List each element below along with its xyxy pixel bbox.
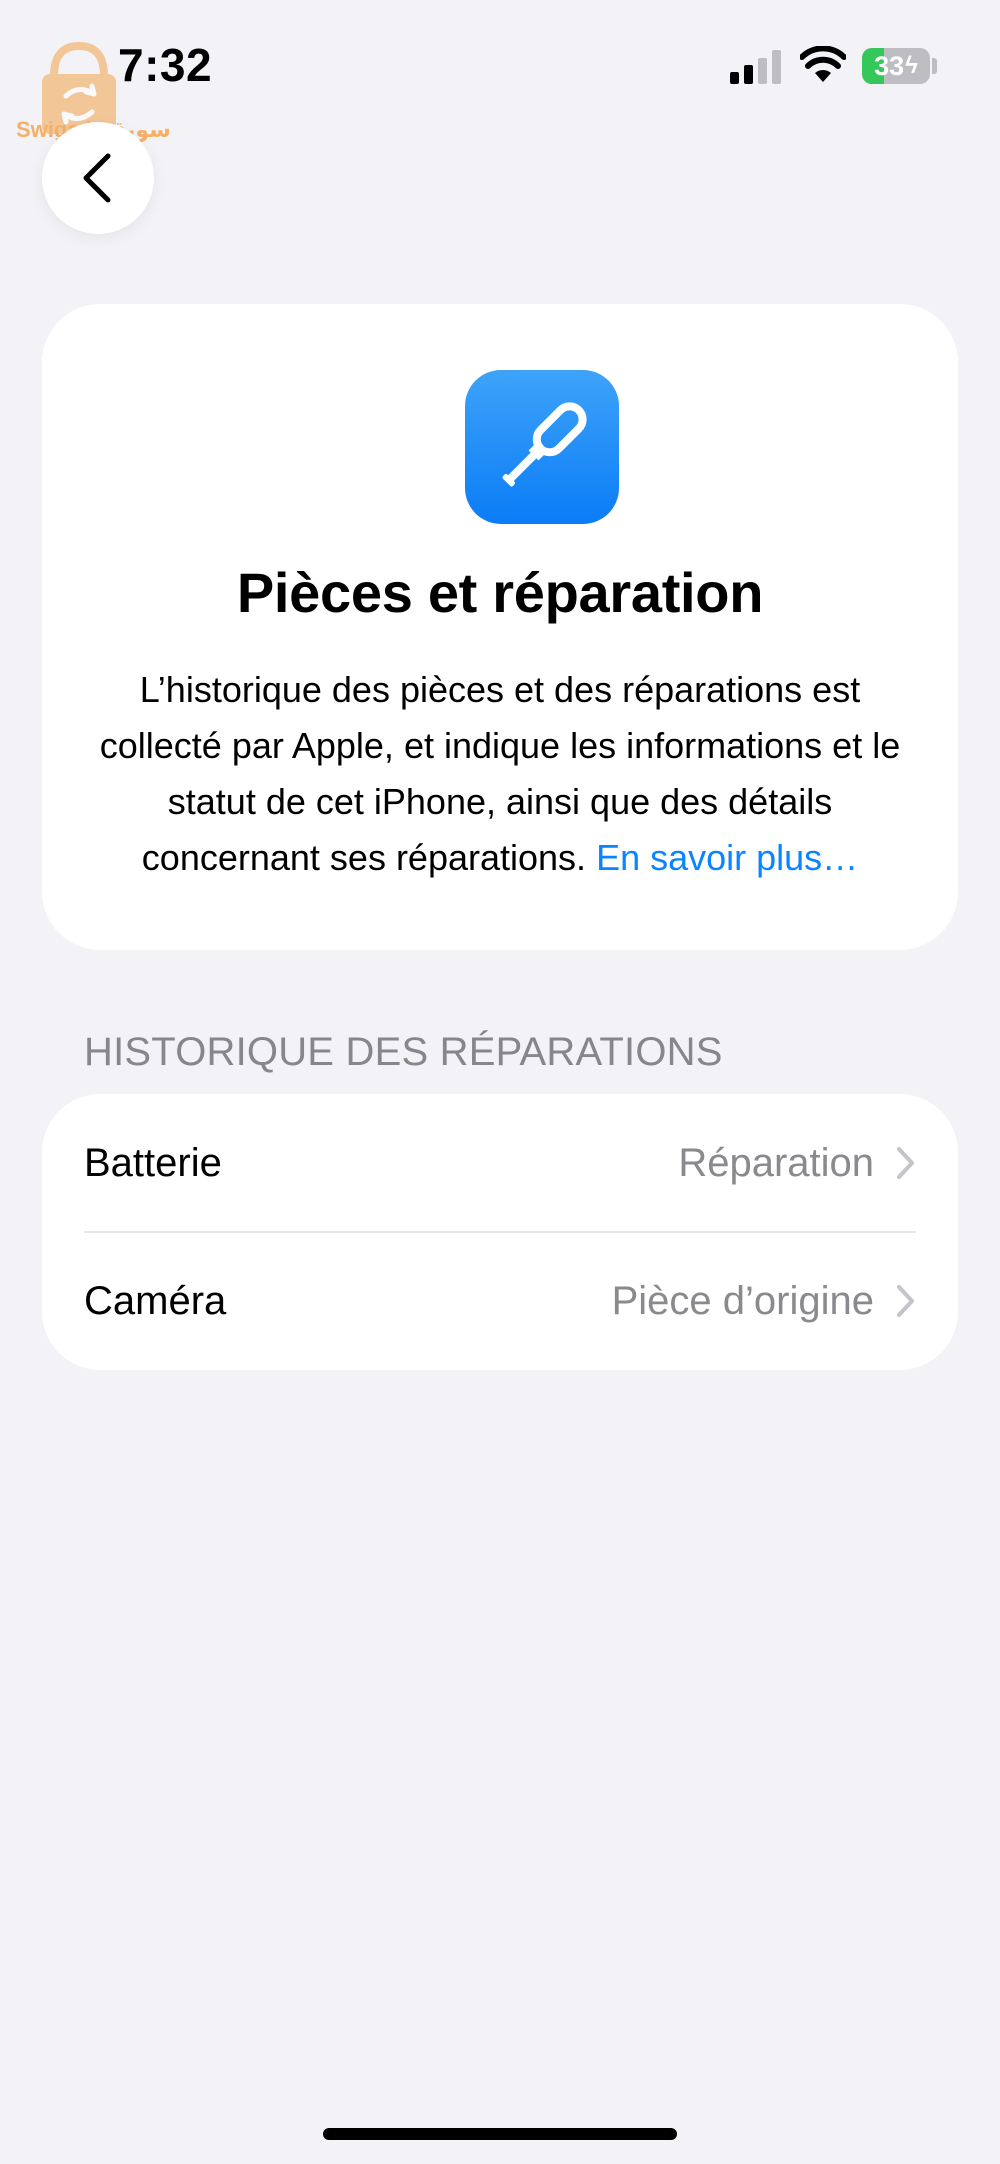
battery-cap	[932, 58, 937, 74]
chevron-right-icon	[897, 1285, 914, 1317]
description-text: L’historique des pièces et des réparatio…	[82, 662, 918, 886]
battery-icon: 33 ϟ	[862, 48, 930, 84]
home-indicator[interactable]	[323, 2128, 677, 2140]
wifi-icon	[800, 46, 846, 82]
screwdriver-app-icon	[465, 370, 619, 524]
chevron-left-icon	[83, 153, 111, 203]
learn-more-link[interactable]: En savoir plus…	[596, 837, 858, 878]
list-item-camera[interactable]: Caméra Pièce d’origine	[42, 1232, 958, 1370]
cellular-signal-icon	[730, 50, 781, 84]
battery-percent: 33 ϟ	[874, 50, 918, 81]
row-label: Batterie	[84, 1140, 222, 1185]
row-value: Pièce d’origine	[611, 1278, 874, 1323]
status-time: 7:32	[118, 39, 213, 91]
charging-bolt-icon: ϟ	[905, 52, 918, 79]
screen: Swiga | سويقة 7:32 33 ϟ Pièces et répara…	[0, 0, 1000, 2164]
repair-history-list: Batterie Réparation Caméra Pièce d’origi…	[42, 1094, 958, 1370]
chevron-right-icon	[897, 1147, 914, 1179]
row-value: Réparation	[678, 1140, 874, 1185]
row-label: Caméra	[84, 1278, 227, 1323]
back-button[interactable]	[42, 122, 154, 234]
parts-repair-info-card: Pièces et réparation L’historique des pi…	[42, 304, 958, 950]
screwdriver-icon	[502, 402, 587, 487]
page-title: Pièces et réparation	[236, 561, 764, 624]
list-item-battery[interactable]: Batterie Réparation	[42, 1094, 958, 1233]
repair-history-header: HISTORIQUE DES RÉPARATIONS	[84, 1030, 723, 1074]
